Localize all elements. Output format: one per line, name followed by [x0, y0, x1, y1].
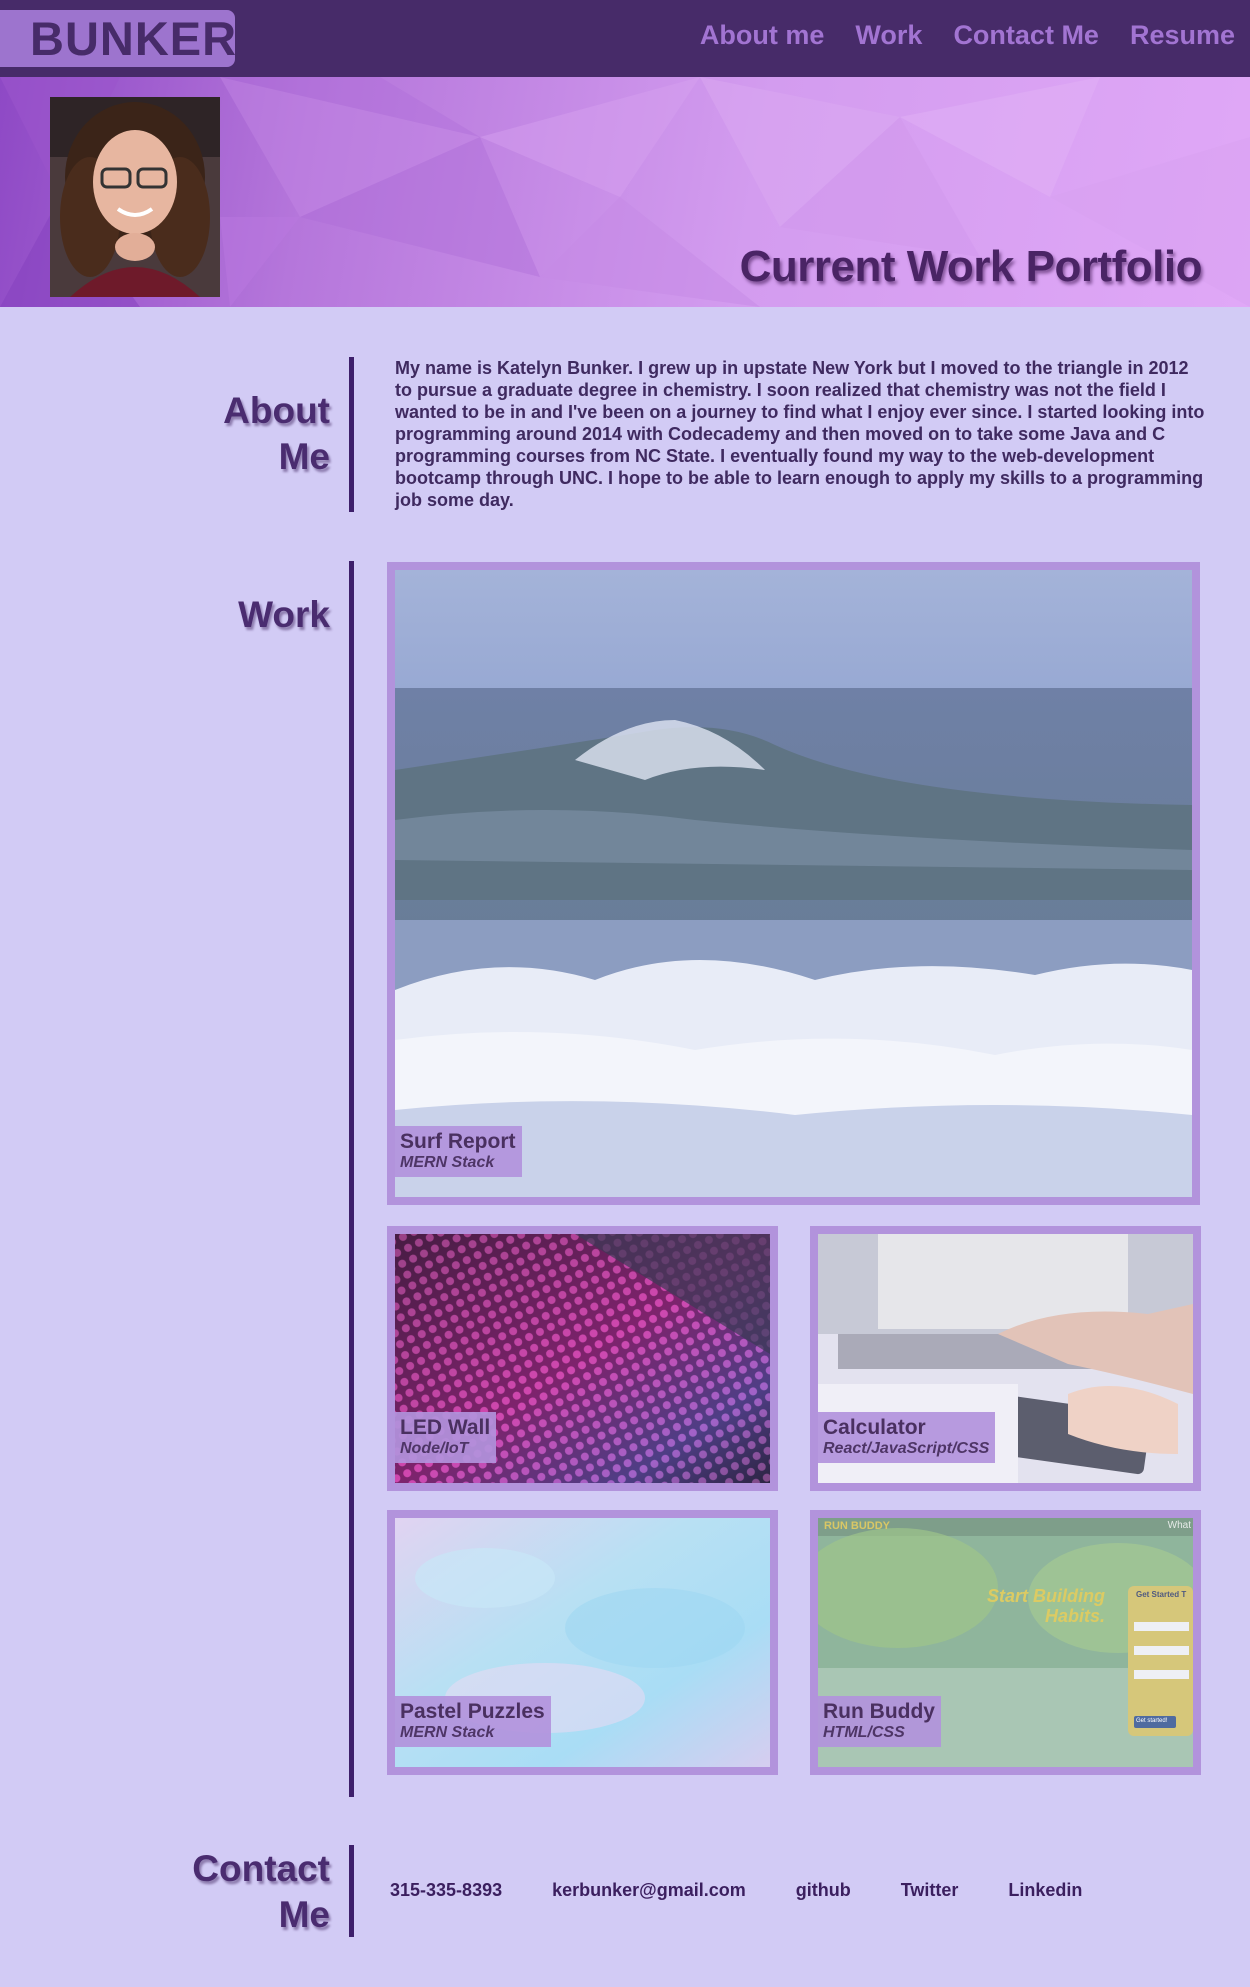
contact-heading-line1: Contact [192, 1848, 330, 1889]
work-heading: Work [238, 594, 330, 635]
project-stack: MERN Stack [400, 1724, 495, 1741]
work-divider [349, 561, 354, 1797]
run-buddy-nav: What [1167, 1520, 1191, 1531]
contact-divider [349, 1845, 354, 1937]
run-buddy-brand: RUN BUDDY [824, 1520, 890, 1532]
project-card-pastel-puzzles[interactable]: Pastel Puzzles MERN Stack [387, 1510, 778, 1775]
run-buddy-headline-line2: Habits. [1044, 1606, 1105, 1626]
project-card-run-buddy[interactable]: RUN BUDDY What Start Building Habits. Ge… [810, 1510, 1201, 1775]
contact-list: 315-335-8393 kerbunker@gmail.com github … [390, 1880, 1132, 1901]
brand-logo[interactable]: BUNKER [0, 10, 236, 67]
surf-report-label: Surf Report MERN Stack [395, 1126, 522, 1177]
contact-phone[interactable]: 315-335-8393 [390, 1880, 502, 1901]
hero-banner: Current Work Portfolio [0, 77, 1250, 307]
about-divider [349, 357, 354, 512]
contact-linkedin-link[interactable]: Linkedin [1008, 1880, 1082, 1901]
nav-link-about[interactable]: About me [700, 20, 825, 51]
project-card-calculator[interactable]: Calculator React/JavaScript/CSS [810, 1226, 1201, 1491]
surf-report-image [395, 570, 1192, 1197]
project-title: Surf Report [400, 1130, 516, 1153]
contact-github-link[interactable]: github [796, 1880, 851, 1901]
nav-link-contact[interactable]: Contact Me [953, 20, 1099, 51]
calculator-label: Calculator React/JavaScript/CSS [818, 1412, 996, 1463]
project-title: Run Buddy [823, 1700, 935, 1723]
contact-email[interactable]: kerbunker@gmail.com [552, 1880, 746, 1901]
nav-link-resume[interactable]: Resume [1130, 20, 1235, 51]
project-title: LED Wall [400, 1416, 491, 1439]
contact-heading-line2: Me [278, 1894, 330, 1935]
hero-title: Current Work Portfolio [739, 242, 1203, 291]
contact-heading: Contact Me [192, 1846, 330, 1938]
about-heading-line2: Me [278, 436, 330, 477]
run-buddy-headline-line1: Start Building [987, 1586, 1105, 1606]
pastel-puzzles-label: Pastel Puzzles MERN Stack [395, 1696, 551, 1747]
project-card-surf-report[interactable]: Surf Report MERN Stack [387, 562, 1200, 1205]
nav-links: About me Work Contact Me Resume [669, 0, 1235, 70]
project-card-led-wall[interactable]: LED Wall Node/IoT [387, 1226, 778, 1491]
run-buddy-form-title: Get Started T [1136, 1590, 1187, 1599]
profile-photo [50, 97, 220, 297]
project-title: Calculator [823, 1416, 926, 1439]
about-text: My name is Katelyn Bunker. I grew up in … [395, 358, 1205, 510]
project-stack: HTML/CSS [823, 1724, 905, 1741]
about-heading-line1: About [223, 390, 330, 431]
run-buddy-label: Run Buddy HTML/CSS [818, 1696, 941, 1747]
project-stack: React/JavaScript/CSS [823, 1440, 990, 1457]
about-heading: About Me [223, 388, 330, 480]
nav-link-work[interactable]: Work [855, 20, 922, 51]
project-title: Pastel Puzzles [400, 1700, 545, 1723]
led-wall-label: LED Wall Node/IoT [395, 1412, 497, 1463]
contact-twitter-link[interactable]: Twitter [901, 1880, 959, 1901]
project-stack: MERN Stack [400, 1154, 495, 1171]
navbar: BUNKER About me Work Contact Me Resume [0, 0, 1250, 77]
run-buddy-headline: Start Building Habits. [987, 1586, 1105, 1626]
project-stack: Node/IoT [400, 1440, 469, 1457]
run-buddy-cta: Get started! [1136, 1718, 1168, 1724]
